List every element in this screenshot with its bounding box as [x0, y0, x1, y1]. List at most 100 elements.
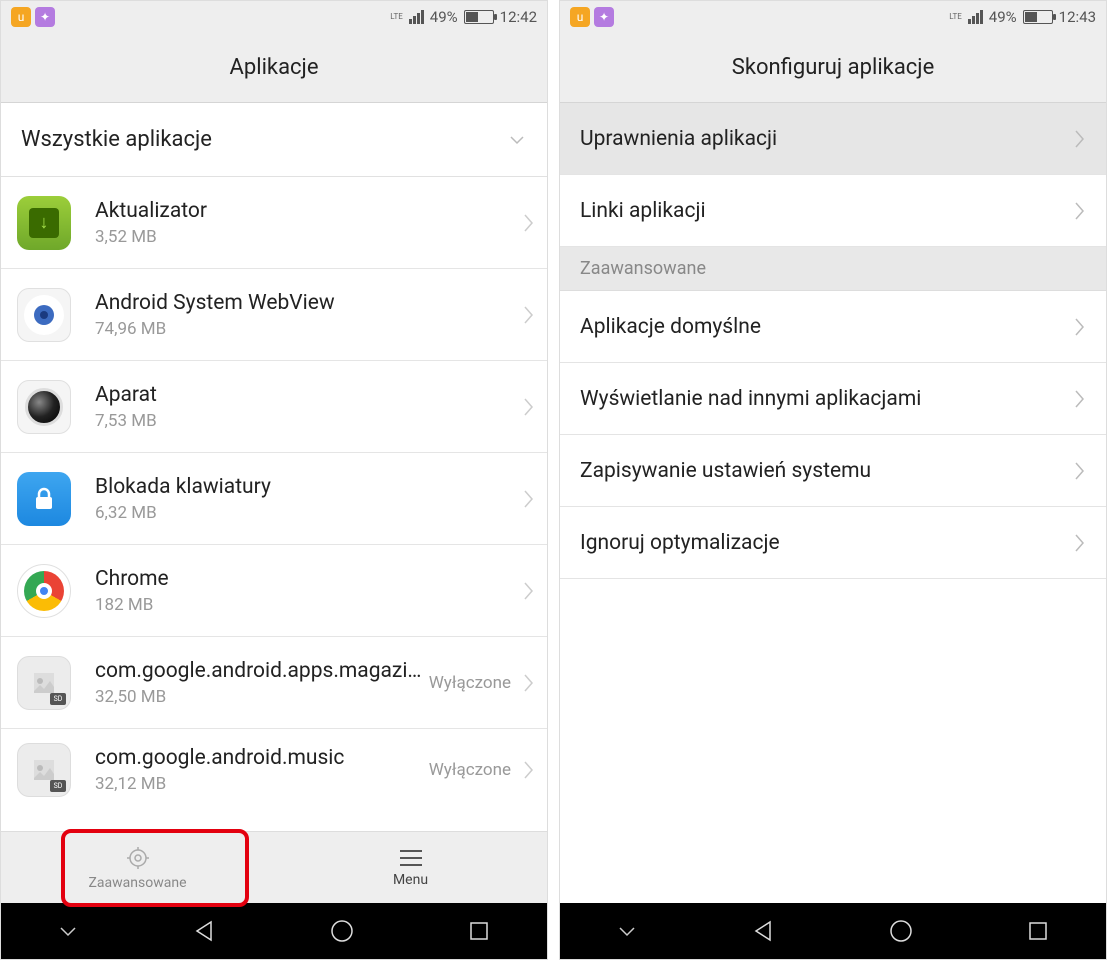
menu-button[interactable]: Menu	[274, 832, 547, 903]
chevron-right-icon	[521, 211, 535, 235]
nav-recent-icon[interactable]	[1026, 919, 1050, 943]
dropdown-label: Wszystkie aplikacje	[21, 127, 507, 152]
settings-label: Aplikacje domyślne	[580, 315, 1072, 339]
app-icon	[17, 288, 71, 342]
app-name: Aparat	[95, 383, 521, 407]
section-label: Zaawansowane	[580, 258, 706, 279]
app-icon: SD	[17, 743, 71, 797]
settings-row-ignore-optimizations[interactable]: Ignoruj optymalizacje	[560, 507, 1106, 579]
app-size: 32,12 MB	[95, 774, 429, 794]
settings-label: Linki aplikacji	[580, 199, 1072, 223]
page-title: Aplikacje	[230, 55, 319, 80]
lte-icon: LTE	[390, 13, 403, 21]
android-navbar-right	[560, 903, 1106, 959]
app-status: Wyłączone	[429, 760, 511, 780]
notification-icon-2: ✦	[35, 7, 55, 27]
phone-left: u ✦ LTE 49% 12:42 Aplikacje Wszystkie ap…	[0, 0, 548, 960]
gear-icon	[125, 845, 151, 871]
app-icon	[17, 196, 71, 250]
nav-back-icon[interactable]	[191, 918, 217, 944]
menu-label: Menu	[393, 872, 428, 888]
battery-percent: 49%	[989, 8, 1017, 26]
page-header-right: Skonfiguruj aplikacje	[560, 33, 1106, 103]
chevron-right-icon	[521, 579, 535, 603]
page-header-left: Aplikacje	[1, 33, 547, 103]
chevron-right-icon	[1072, 387, 1086, 411]
chevron-right-icon	[1072, 199, 1086, 223]
settings-label: Uprawnienia aplikacji	[580, 127, 1072, 151]
bottom-actionbar: Zaawansowane Menu	[1, 831, 547, 903]
settings-row-write-settings[interactable]: Zapisywanie ustawień systemu	[560, 435, 1106, 507]
chevron-right-icon	[521, 303, 535, 327]
advanced-label: Zaawansowane	[89, 875, 187, 891]
app-row-chrome[interactable]: Chrome 182 MB	[1, 545, 547, 637]
app-size: 3,52 MB	[95, 227, 521, 247]
settings-row-permissions[interactable]: Uprawnienia aplikacji	[560, 103, 1106, 175]
app-name: com.google.android.apps.magazi…	[95, 659, 429, 683]
app-icon: SD	[17, 656, 71, 710]
app-row-webview[interactable]: Android System WebView 74,96 MB	[1, 269, 547, 361]
nav-home-icon[interactable]	[329, 918, 355, 944]
settings-label: Ignoruj optymalizacje	[580, 531, 1072, 555]
nav-expand-icon[interactable]	[57, 920, 79, 942]
chevron-right-icon	[521, 487, 535, 511]
phone-right: u ✦ LTE 49% 12:43 Skonfiguruj aplikacje …	[559, 0, 1107, 960]
settings-label: Zapisywanie ustawień systemu	[580, 459, 1072, 483]
statusbar-left: u ✦ LTE 49% 12:42	[1, 1, 547, 33]
settings-row-applinks[interactable]: Linki aplikacji	[560, 175, 1106, 247]
chevron-right-icon	[1072, 531, 1086, 555]
app-row-aktualizator[interactable]: Aktualizator 3,52 MB	[1, 177, 547, 269]
signal-icon	[968, 10, 983, 24]
battery-icon	[1023, 10, 1053, 24]
app-size: 182 MB	[95, 595, 521, 615]
app-row-magazines[interactable]: SD com.google.android.apps.magazi… 32,50…	[1, 637, 547, 729]
settings-row-default-apps[interactable]: Aplikacje domyślne	[560, 291, 1106, 363]
page-title: Skonfiguruj aplikacje	[732, 55, 934, 80]
app-row-blokada[interactable]: Blokada klawiatury 6,32 MB	[1, 453, 547, 545]
lte-icon: LTE	[949, 13, 962, 21]
notification-icon-2: ✦	[594, 7, 614, 27]
android-navbar-left	[1, 903, 547, 959]
chevron-right-icon	[1072, 315, 1086, 339]
settings-label: Wyświetlanie nad innymi aplikacjami	[580, 387, 1072, 411]
signal-icon	[409, 10, 424, 24]
clock: 12:43	[1059, 8, 1096, 26]
apps-filter-dropdown[interactable]: Wszystkie aplikacje	[1, 103, 547, 177]
battery-percent: 49%	[430, 8, 458, 26]
nav-expand-icon[interactable]	[616, 920, 638, 942]
app-list[interactable]: Aktualizator 3,52 MB Android System WebV…	[1, 177, 547, 831]
chevron-right-icon	[521, 395, 535, 419]
app-size: 74,96 MB	[95, 319, 521, 339]
statusbar-right: u ✦ LTE 49% 12:43	[560, 1, 1106, 33]
chevron-right-icon	[1072, 127, 1086, 151]
app-size: 6,32 MB	[95, 503, 521, 523]
app-name: Blokada klawiatury	[95, 475, 521, 499]
nav-home-icon[interactable]	[888, 918, 914, 944]
app-icon	[17, 380, 71, 434]
advanced-button[interactable]: Zaawansowane	[1, 832, 274, 903]
chevron-right-icon	[1072, 459, 1086, 483]
section-header-advanced: Zaawansowane	[560, 247, 1106, 291]
app-status: Wyłączone	[429, 673, 511, 693]
nav-back-icon[interactable]	[750, 918, 776, 944]
app-row-music[interactable]: SD com.google.android.music 32,12 MB Wył…	[1, 729, 547, 811]
app-size: 7,53 MB	[95, 411, 521, 431]
battery-icon	[464, 10, 494, 24]
app-name: Chrome	[95, 567, 521, 591]
app-row-aparat[interactable]: Aparat 7,53 MB	[1, 361, 547, 453]
chevron-right-icon	[521, 671, 535, 695]
clock: 12:42	[500, 8, 537, 26]
chevron-right-icon	[521, 758, 535, 782]
app-icon	[17, 472, 71, 526]
app-size: 32,50 MB	[95, 687, 429, 707]
chevron-down-icon	[507, 130, 527, 150]
app-name: com.google.android.music	[95, 746, 429, 770]
app-name: Android System WebView	[95, 291, 521, 315]
hamburger-icon	[398, 848, 424, 868]
settings-row-draw-over[interactable]: Wyświetlanie nad innymi aplikacjami	[560, 363, 1106, 435]
app-name: Aktualizator	[95, 199, 521, 223]
notification-icon-1: u	[11, 7, 31, 27]
nav-recent-icon[interactable]	[467, 919, 491, 943]
notification-icon-1: u	[570, 7, 590, 27]
app-icon	[17, 564, 71, 618]
